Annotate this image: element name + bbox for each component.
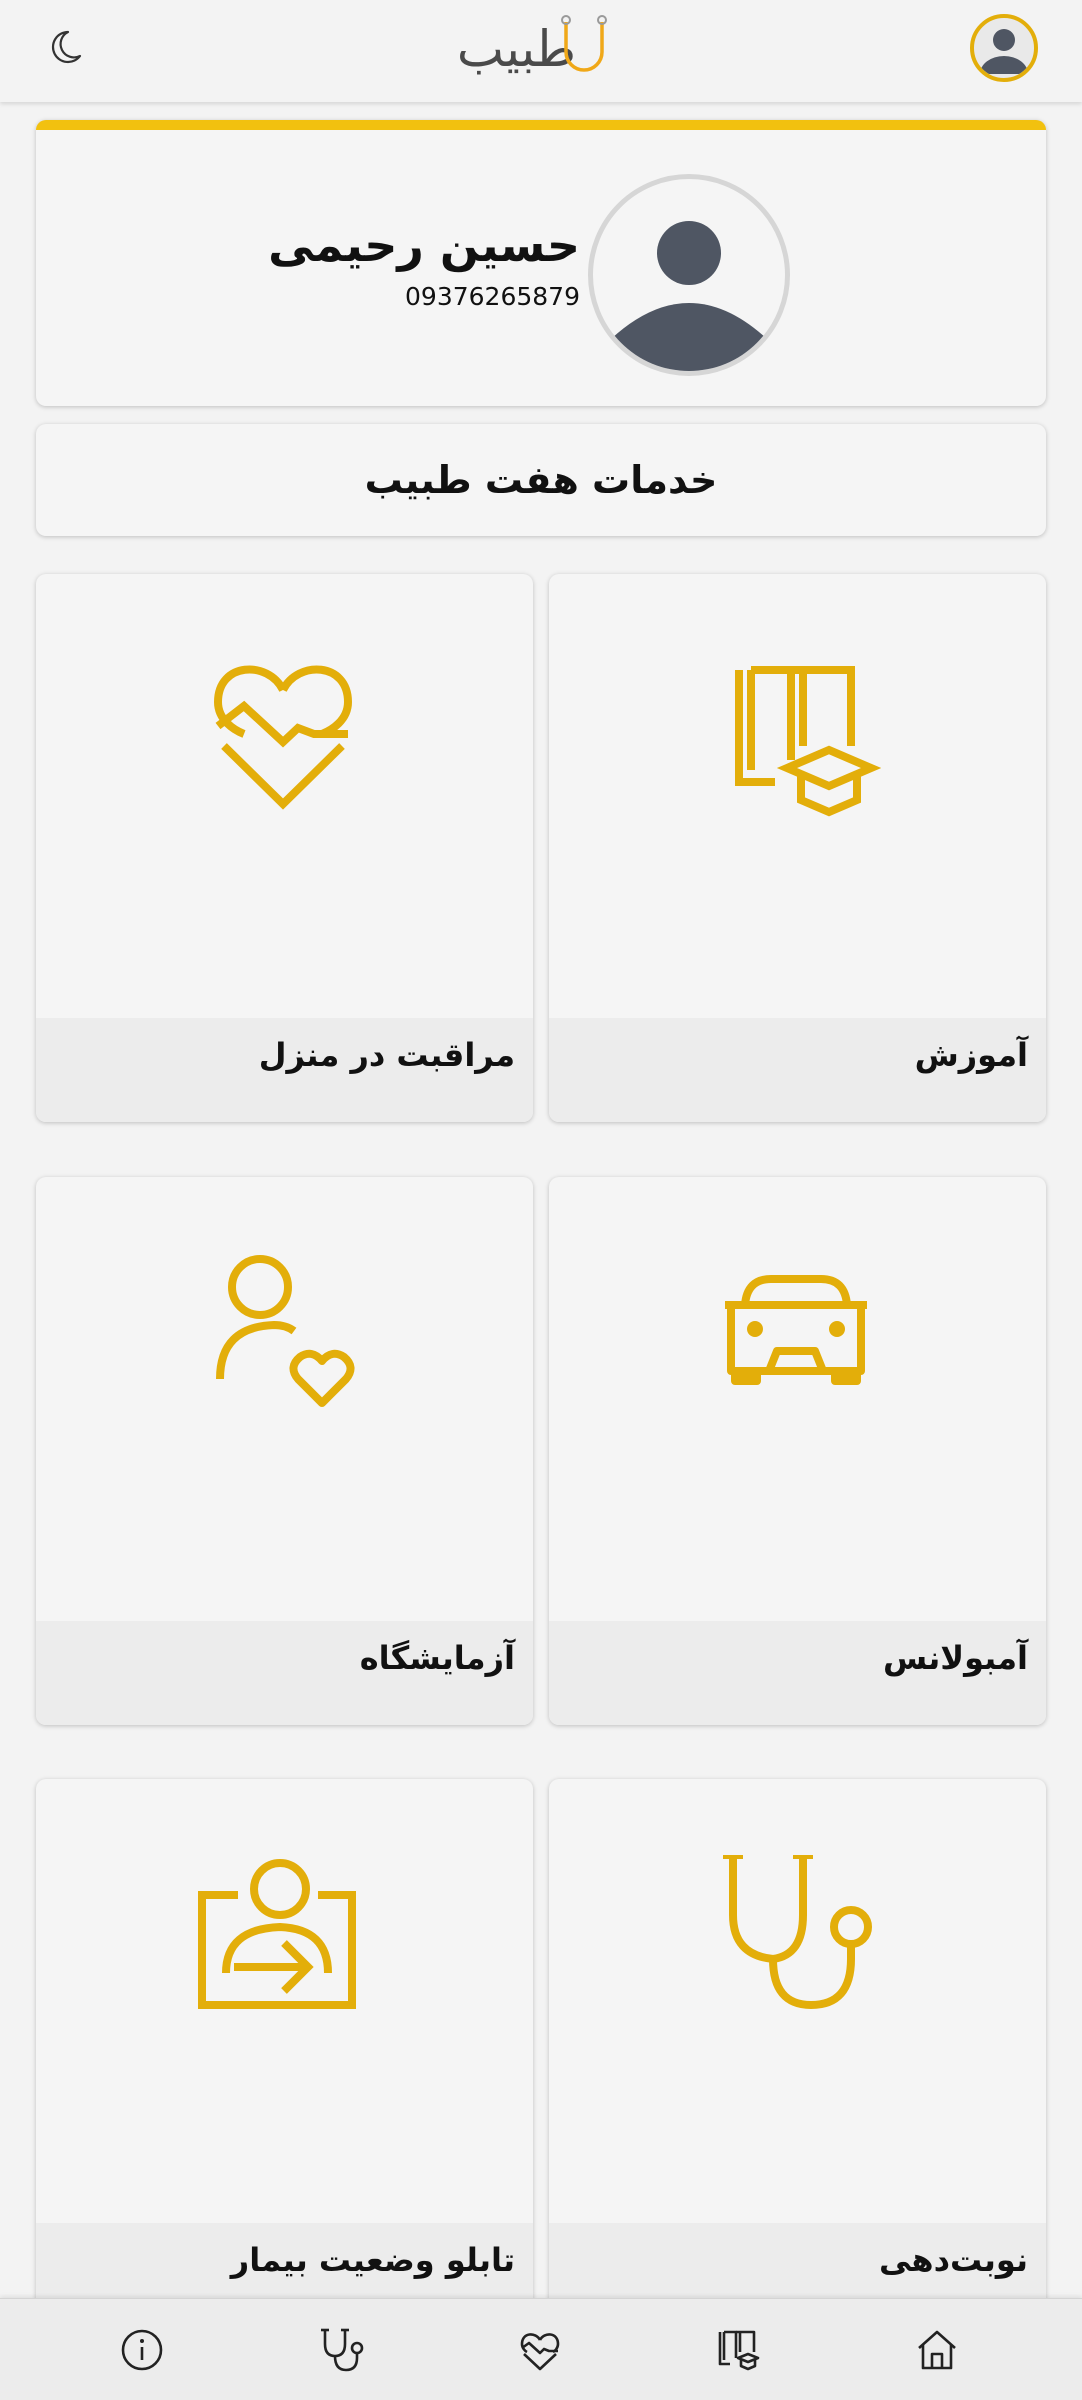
user-avatar-icon	[611, 221, 767, 371]
home-icon[interactable]	[913, 2326, 961, 2374]
top-app-bar: طبیب	[0, 0, 1082, 102]
education-book-icon	[735, 666, 881, 817]
tile-label-bar: آموزش	[549, 1018, 1046, 1122]
profile-name: حسین رحیمی	[268, 218, 580, 272]
service-tile-ambulance[interactable]: آمبولانس	[549, 1177, 1046, 1725]
profile-card[interactable]: حسین رحیمی 09376265879	[36, 120, 1046, 406]
profile-avatar	[588, 174, 790, 376]
stethoscope-icon	[723, 1855, 872, 2009]
services-header: خدمات هفت طبیب	[36, 424, 1046, 536]
tile-label-bar: آمبولانس	[549, 1621, 1046, 1725]
tile-label: آموزش	[914, 1036, 1028, 1074]
service-tile-laboratory[interactable]: آزمایشگاه	[36, 1177, 533, 1725]
person-heart-icon	[216, 1255, 355, 1407]
services-title: خدمات هفت طبیب	[364, 458, 718, 502]
stethoscope-icon[interactable]	[317, 2326, 365, 2374]
stethoscope-logo-icon	[561, 15, 607, 72]
patient-board-icon	[198, 1859, 356, 2009]
service-tile-home-care[interactable]: مراقبت در منزل	[36, 574, 533, 1122]
education-book-icon[interactable]	[714, 2326, 762, 2374]
service-tile-education[interactable]: آموزش	[549, 574, 1046, 1122]
bottom-navigation	[0, 2298, 1082, 2400]
service-tile-appointment[interactable]: نوبت‌دهی	[549, 1779, 1046, 2327]
tile-label: آزمایشگاه	[359, 1639, 515, 1677]
tile-label: نوبت‌دهی	[879, 2241, 1028, 2279]
heart-pulse-icon	[213, 665, 353, 810]
service-tile-patient-board[interactable]: تابلو وضعیت بیمار	[36, 1779, 533, 2327]
heart-pulse-icon[interactable]	[516, 2326, 564, 2374]
tile-label-bar: آزمایشگاه	[36, 1621, 533, 1725]
user-avatar-icon	[980, 29, 1028, 74]
info-icon[interactable]	[118, 2326, 166, 2374]
app-logo: طبیب	[457, 8, 616, 94]
account-avatar[interactable]	[970, 14, 1038, 82]
moon-icon[interactable]	[44, 26, 86, 68]
profile-phone: 09376265879	[405, 282, 580, 311]
tile-label: تابلو وضعیت بیمار	[230, 2241, 515, 2279]
tile-label: مراقبت در منزل	[258, 1036, 515, 1074]
car-icon	[725, 1275, 867, 1385]
tile-label: آمبولانس	[883, 1639, 1028, 1677]
tile-label-bar: مراقبت در منزل	[36, 1018, 533, 1122]
